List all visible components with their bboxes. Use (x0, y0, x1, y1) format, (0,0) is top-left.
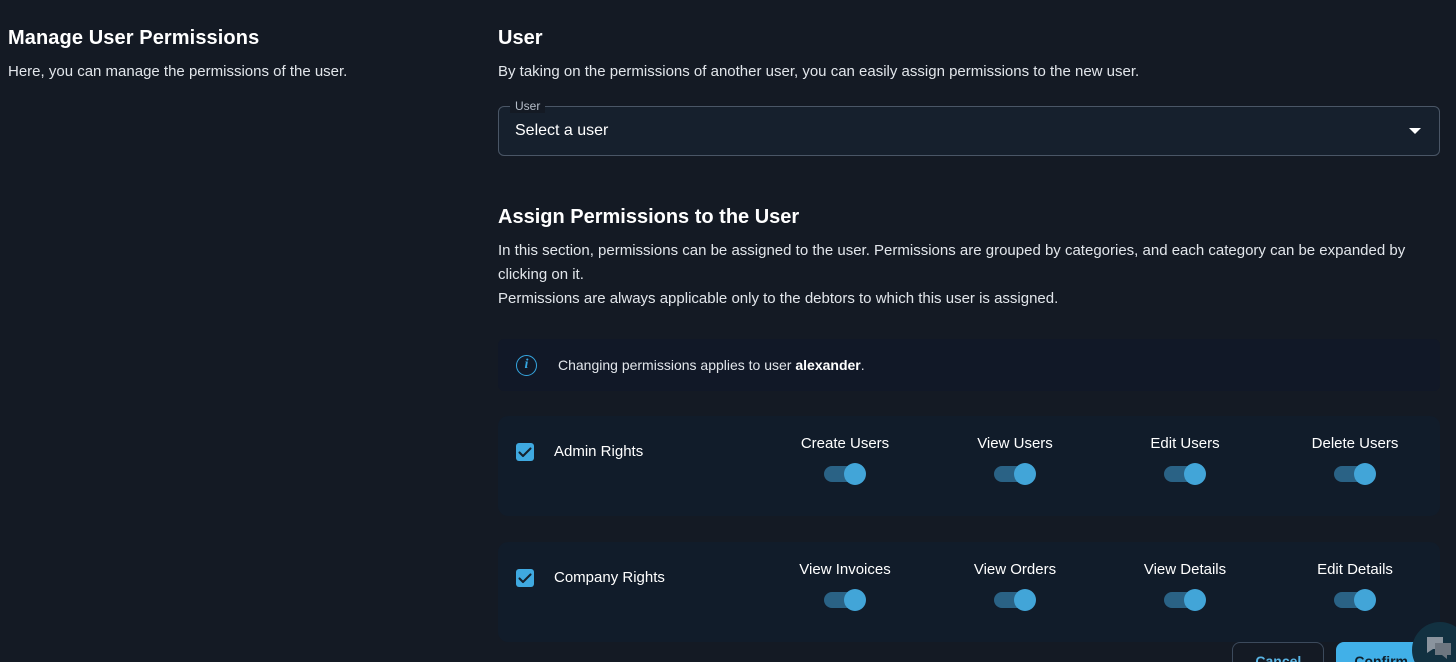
info-alert-text-after: . (860, 357, 865, 373)
info-alert-text-before: Changing permissions applies to user (558, 357, 796, 373)
cancel-button[interactable]: Cancel (1232, 642, 1325, 662)
toggle-knob (1014, 463, 1036, 485)
info-circle-icon: i (516, 354, 537, 376)
permission-label: Edit Details (1317, 561, 1393, 578)
permissions-section-description-2: Permissions are always applicable only t… (498, 290, 1059, 307)
chevron-down-icon (1409, 128, 1421, 134)
user-select-value: Select a user (515, 122, 609, 139)
info-alert: i Changing permissions applies to user a… (498, 339, 1440, 391)
info-alert-username: alexander (795, 357, 861, 373)
permission-column: Delete Users (1270, 434, 1440, 485)
toggle-knob (844, 589, 866, 611)
permission-columns: View Invoices View Orders View Details Edit… (760, 560, 1440, 611)
category-label: Company Rights (554, 569, 665, 586)
page-title: Manage User Permissions (8, 27, 260, 49)
toggle-knob (1354, 463, 1376, 485)
permission-toggle[interactable] (1334, 589, 1376, 611)
chat-bubble-icon (1427, 637, 1451, 659)
user-section: User By taking on the permissions of ano… (498, 24, 1456, 156)
user-section-description: By taking on the permissions of another … (498, 63, 1140, 80)
permission-label: View Orders (973, 561, 1057, 578)
toggle-knob (844, 463, 866, 485)
permission-label: Delete Users (1311, 435, 1399, 452)
toggle-knob (1184, 589, 1206, 611)
page-subtitle: Here, you can manage the permissions of … (8, 63, 348, 80)
info-alert-text: Changing permissions applies to user ale… (558, 355, 865, 375)
permission-toggle[interactable] (994, 589, 1036, 611)
main-panel: User By taking on the permissions of ano… (498, 24, 1456, 662)
permission-label: View Details (1143, 561, 1227, 578)
permission-column: View Users (930, 434, 1100, 485)
permission-toggle[interactable] (1164, 589, 1206, 611)
permission-column: Create Users (760, 434, 930, 485)
checkmark-icon (518, 446, 532, 457)
permission-column: View Details (1100, 560, 1270, 611)
permission-column: Edit Details (1270, 560, 1440, 611)
toggle-knob (1014, 589, 1036, 611)
permission-column: View Orders (930, 560, 1100, 611)
checkmark-icon (518, 572, 532, 583)
permissions-section-title: Assign Permissions to the User (498, 206, 800, 228)
category-label: Admin Rights (554, 443, 644, 460)
permission-card: Company Rights View Invoices View Orders Vi… (498, 542, 1440, 642)
permission-toggle[interactable] (824, 589, 866, 611)
permission-cards: Admin Rights Create Users View Users Edit U… (498, 416, 1456, 642)
permission-toggle[interactable] (994, 463, 1036, 485)
permission-label: View Users (977, 435, 1053, 452)
toggle-knob (1354, 589, 1376, 611)
permission-card-header: Company Rights (516, 568, 665, 588)
permissions-section-description-1: In this section, permissions can be assi… (498, 242, 1406, 283)
permission-toggle[interactable] (1334, 463, 1376, 485)
category-checkbox[interactable] (516, 443, 534, 461)
permission-column: Edit Users (1100, 434, 1270, 485)
user-select-legend: User (510, 99, 546, 113)
toggle-knob (1184, 463, 1206, 485)
permission-columns: Create Users View Users Edit Users Delete U… (760, 434, 1440, 485)
permission-card: Admin Rights Create Users View Users Edit U… (498, 416, 1440, 516)
confirm-button-label: Confirm (1354, 653, 1408, 662)
user-section-title: User (498, 27, 543, 49)
user-select-wrapper: Select a user User (498, 99, 1440, 156)
intro-panel: Manage User Permissions Here, you can ma… (8, 24, 478, 83)
permission-card-header: Admin Rights (516, 442, 643, 462)
permission-column: View Invoices (760, 560, 930, 611)
permission-label: View Invoices (799, 561, 891, 578)
user-select[interactable]: Select a user (498, 106, 1440, 156)
permission-toggle[interactable] (824, 463, 866, 485)
permission-toggle[interactable] (1164, 463, 1206, 485)
category-checkbox[interactable] (516, 569, 534, 587)
permission-label: Edit Users (1150, 435, 1220, 452)
permissions-section: Assign Permissions to the User In this s… (498, 203, 1456, 642)
permission-label: Create Users (800, 435, 890, 452)
